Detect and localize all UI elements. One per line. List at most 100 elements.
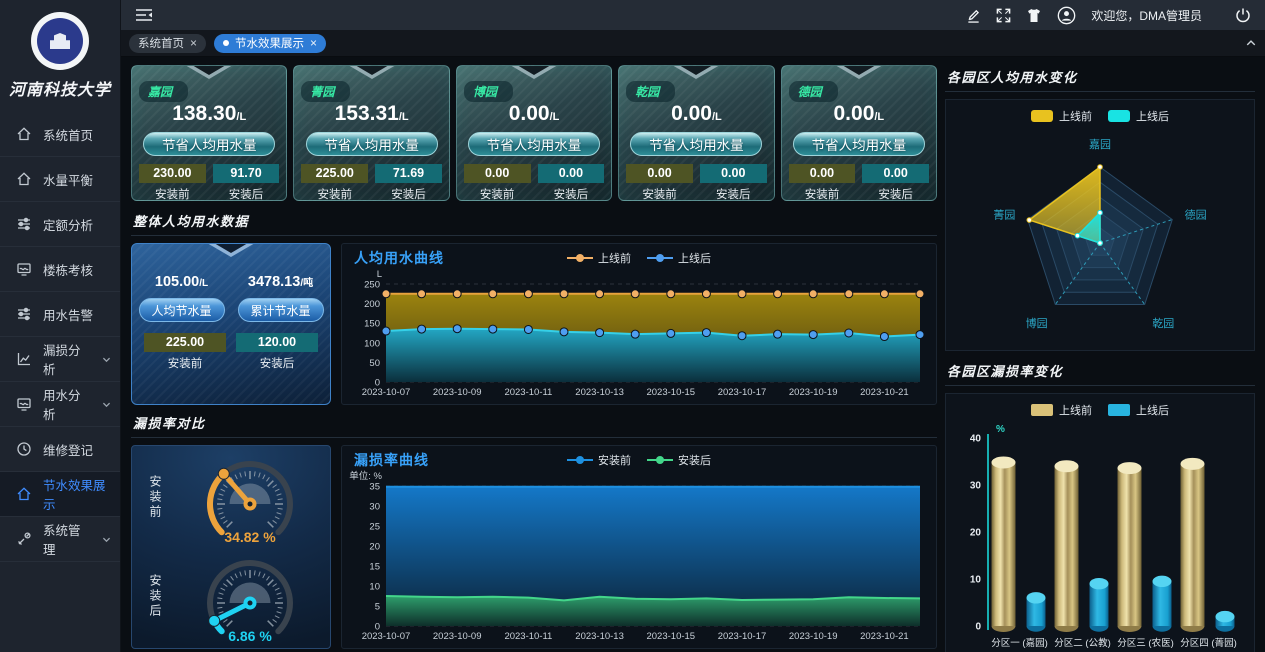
svg-text:6.86 %: 6.86 % — [228, 628, 272, 644]
sidebar-item-9[interactable]: 节水效果展示 — [0, 472, 120, 517]
sidebar-item-3[interactable]: 定额分析 — [0, 202, 120, 247]
svg-text:分区四 (菁园): 分区四 (菁园) — [1180, 637, 1236, 649]
sidebar-item-6[interactable]: 漏损分析 — [0, 337, 120, 382]
before-install-value: 225.00 — [144, 333, 226, 352]
park-saving-value: 0.00/L — [782, 102, 936, 126]
after-install-label: 安装后 — [375, 186, 442, 201]
park-card-4: 乾园 0.00/L 节省人均用水量 0.00安装前 0.00安装后 — [618, 65, 774, 201]
per-capita-saving-button[interactable]: 节省人均用水量 — [630, 132, 762, 156]
svg-text:30: 30 — [970, 481, 982, 492]
sidebar-item-5[interactable]: 用水告警 — [0, 292, 120, 337]
chart-title: 人均用水曲线 — [354, 248, 444, 268]
fullscreen-icon[interactable] — [996, 8, 1011, 23]
before-install-value: 0.00 — [789, 164, 856, 183]
clock-icon — [16, 441, 32, 457]
per-capita-chart-panel: 人均用水曲线 上线前上线后 050100150200250L2023-10-07… — [341, 243, 937, 405]
park-cards-row: 嘉园 138.30/L 节省人均用水量 230.00安装前 91.70安装后 菁… — [131, 65, 937, 201]
sidebar-item-4[interactable]: 楼栋考核 — [0, 247, 120, 292]
leakage-section-heading: 漏损率对比 — [131, 411, 937, 438]
tab-bar: 系统首页 × 节水效果展示 × — [121, 30, 1265, 57]
tab-label: 系统首页 — [138, 35, 184, 51]
park-name-badge: 德园 — [789, 81, 838, 102]
chevron-down-icon — [101, 399, 112, 410]
park-card-3: 博园 0.00/L 节省人均用水量 0.00安装前 0.00安装后 — [456, 65, 612, 201]
tab-1[interactable]: 系统首页 × — [129, 34, 206, 53]
sidebar-item-7[interactable]: 用水分析 — [0, 382, 120, 427]
park-saving-value: 0.00/L — [619, 102, 773, 126]
welcome-text: 欢迎您，DMA管理员 — [1091, 7, 1202, 24]
collapse-sidebar-icon[interactable] — [135, 7, 153, 23]
sidebar-item-label: 漏损分析 — [43, 340, 90, 378]
svg-text:10: 10 — [369, 582, 380, 593]
notch-decoration — [835, 65, 883, 80]
svg-text:乾园: 乾园 — [1152, 317, 1174, 330]
svg-text:5: 5 — [375, 602, 380, 613]
per-capita-saving-button[interactable]: 节省人均用水量 — [143, 132, 275, 156]
notch-decoration — [185, 65, 233, 80]
before-install-label: 安装前 — [139, 186, 206, 201]
svg-text:嘉园: 嘉园 — [1089, 137, 1111, 151]
notch-decoration — [510, 65, 558, 80]
active-tab-dot — [223, 40, 229, 46]
sidebar-item-label: 节水效果展示 — [43, 475, 112, 513]
before-install-label: 安装前 — [464, 186, 531, 201]
legend-item: 上线后 — [1108, 108, 1169, 124]
per-capita-saving-button[interactable]: 节省人均用水量 — [793, 132, 925, 156]
edit-pencil-icon[interactable] — [966, 8, 981, 23]
park-name-badge: 博园 — [464, 81, 513, 102]
svg-text:分区二 (公教): 分区二 (公教) — [1054, 637, 1110, 649]
after-install-label: 安装后 — [700, 186, 767, 201]
per-capita-saving-button[interactable]: 人均节水量 — [139, 298, 225, 322]
sidebar-item-2[interactable]: 水量平衡 — [0, 157, 120, 202]
park-saving-value: 0.00/L — [457, 102, 611, 126]
svg-text:30: 30 — [369, 502, 380, 513]
svg-text:2023-10-17: 2023-10-17 — [718, 631, 767, 642]
svg-text:2023-10-09: 2023-10-09 — [433, 631, 482, 642]
per-capita-saving-button[interactable]: 节省人均用水量 — [468, 132, 600, 156]
power-logout-icon[interactable] — [1235, 7, 1251, 23]
before-install-value: 225.00 — [301, 164, 368, 183]
tab-close-icon[interactable]: × — [310, 36, 317, 50]
legend-item: 上线前 — [1031, 402, 1092, 418]
university-logo — [31, 12, 89, 70]
park-card-5: 德园 0.00/L 节省人均用水量 0.00安装前 0.00安装后 — [781, 65, 937, 201]
after-install-label: 安装后 — [538, 186, 605, 201]
gauge-row: 安装后 6.86 % — [132, 549, 330, 645]
svg-text:L: L — [377, 269, 382, 280]
bars-panel-heading: 各园区漏损率变化 — [945, 359, 1255, 386]
sidebar-item-label: 水量平衡 — [43, 170, 93, 189]
top-header-bar: 欢迎您，DMA管理员 — [121, 0, 1265, 30]
collapse-tabs-icon[interactable] — [1245, 37, 1257, 49]
svg-text:分区一 (嘉园): 分区一 (嘉园) — [991, 637, 1047, 649]
sidebar-menu: 系统首页 水量平衡 定额分析 楼栋考核 用水告警 漏损分析 用水分析 维修登记 … — [0, 112, 120, 652]
park-name-badge: 乾园 — [626, 81, 675, 102]
chart-legend: 安装前安装后 — [344, 452, 934, 468]
sidebar-item-8[interactable]: 维修登记 — [0, 427, 120, 472]
notch-decoration — [672, 65, 720, 80]
svg-text:34.82 %: 34.82 % — [224, 529, 276, 545]
home-icon — [16, 486, 32, 502]
bars-legend: 上线前上线后 — [1031, 398, 1169, 422]
total-saving-button[interactable]: 累计节水量 — [238, 298, 324, 322]
sidebar-item-1[interactable]: 系统首页 — [0, 112, 120, 157]
sidebar-item-label: 系统管理 — [43, 520, 90, 558]
tab-2[interactable]: 节水效果展示 × — [214, 34, 326, 53]
sidebar-item-label: 用水告警 — [43, 305, 93, 324]
per-capita-saving-button[interactable]: 节省人均用水量 — [306, 132, 438, 156]
monitor-icon — [16, 396, 32, 412]
dashboard-content: 嘉园 138.30/L 节省人均用水量 230.00安装前 91.70安装后 菁… — [121, 57, 1265, 652]
svg-text:分区三 (农医): 分区三 (农医) — [1117, 637, 1173, 649]
sidebar-item-label: 用水分析 — [43, 385, 90, 423]
sidebar-item-10[interactable]: 系统管理 — [0, 517, 120, 562]
after-install-label: 安装后 — [213, 186, 280, 201]
user-avatar[interactable] — [1057, 6, 1076, 25]
before-install-value: 230.00 — [139, 164, 206, 183]
tab-close-icon[interactable]: × — [190, 36, 197, 50]
university-seal-icon — [37, 18, 83, 64]
park-saving-value: 138.30/L — [132, 102, 286, 126]
gauge-label: 安装前 — [147, 475, 164, 520]
radar-legend: 上线前上线后 — [1031, 104, 1169, 128]
per-capita-line-chart: 050100150200250L2023-10-072023-10-092023… — [344, 268, 936, 402]
theme-shirt-icon[interactable] — [1026, 8, 1042, 23]
chart-icon — [16, 351, 32, 367]
